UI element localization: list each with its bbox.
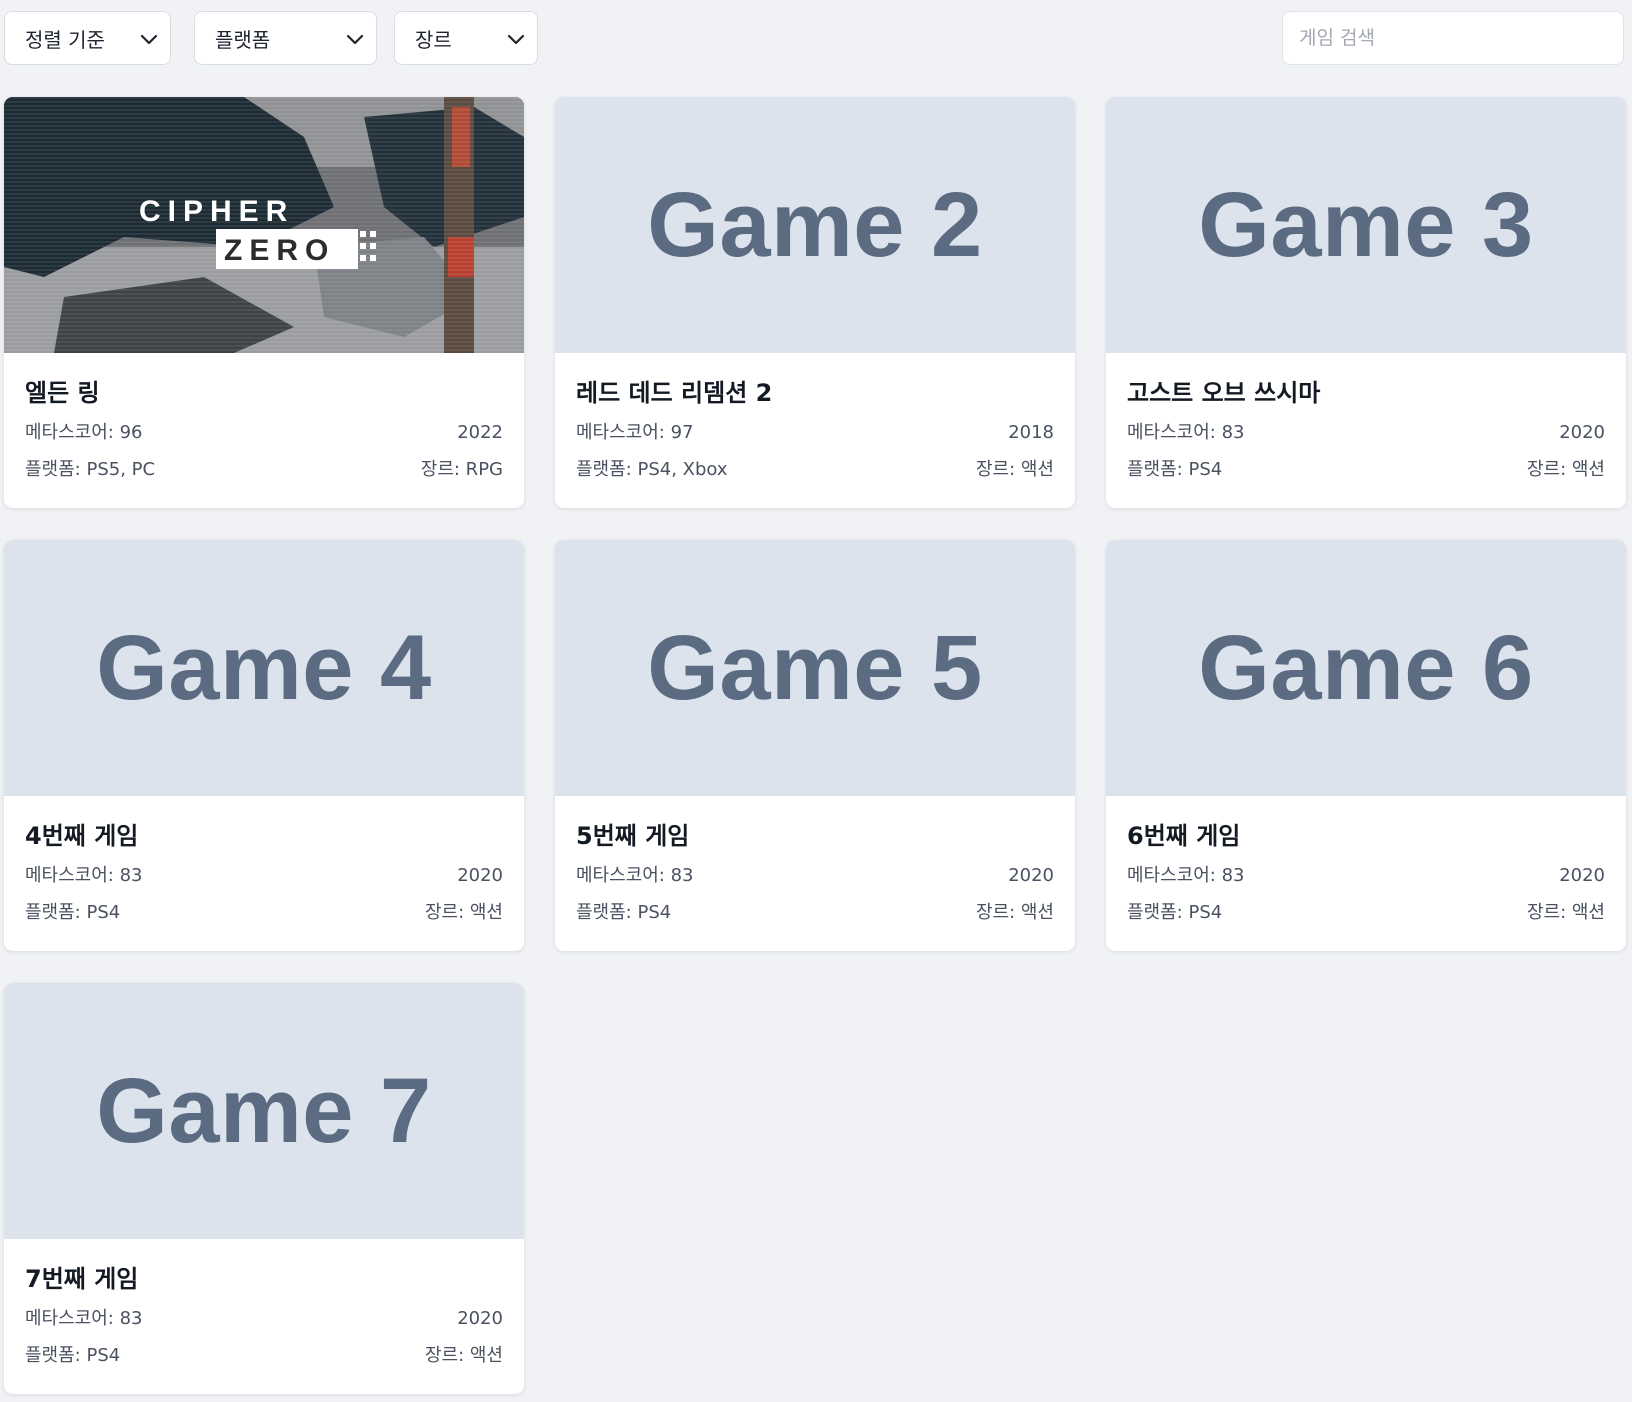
metascore: 메타스코어: 97 (576, 422, 694, 443)
release-year: 2022 (457, 422, 503, 443)
genre-select-label: 장르 (415, 27, 452, 52)
chevron-down-icon (346, 34, 364, 45)
chevron-down-icon (507, 34, 525, 45)
platform-select-label: 플랫폼 (215, 27, 271, 52)
game-thumbnail: CIPHER ZERO (4, 97, 524, 353)
game-title: 레드 데드 리뎀션 2 (576, 379, 773, 407)
thumbnail-placeholder-text: Game 6 (1198, 616, 1534, 719)
genre: 장르: 액션 (975, 459, 1054, 480)
game-title: 7번째 게임 (25, 1265, 139, 1293)
thumbnail-placeholder-text: Game 5 (647, 616, 983, 719)
release-year: 2020 (457, 865, 503, 886)
thumbnail-placeholder-text: Game 2 (647, 173, 983, 276)
game-card[interactable]: Game 2 레드 데드 리뎀션 2 메타스코어: 97 2018 플랫폼: P… (555, 97, 1075, 508)
metascore: 메타스코어: 96 (25, 422, 143, 443)
genre-select[interactable]: 장르 (394, 11, 538, 65)
game-card[interactable]: Game 5 5번째 게임 메타스코어: 83 2020 플랫폼: PS4 장르… (555, 540, 1075, 951)
game-thumbnail: Game 6 (1106, 540, 1626, 796)
thumbnail-placeholder-text: Game 4 (96, 616, 432, 719)
search-input[interactable] (1282, 11, 1624, 65)
genre: 장르: RPG (420, 459, 503, 480)
filter-toolbar: 정렬 기준 플랫폼 장르 (4, 11, 1624, 65)
game-card[interactable]: CIPHER ZERO 엘든 링 메타스코어: 96 2022 플랫폼: PS5… (4, 97, 524, 508)
platforms: 플랫폼: PS4 (1127, 902, 1223, 923)
platforms: 플랫폼: PS4 (25, 1345, 121, 1366)
game-card[interactable]: Game 3 고스트 오브 쓰시마 메타스코어: 83 2020 플랫폼: PS… (1106, 97, 1626, 508)
genre: 장르: 액션 (1526, 459, 1605, 480)
game-card[interactable]: Game 7 7번째 게임 메타스코어: 83 2020 플랫폼: PS4 장르… (4, 983, 524, 1394)
game-title: 6번째 게임 (1127, 822, 1241, 850)
metascore: 메타스코어: 83 (25, 865, 143, 886)
platforms: 플랫폼: PS4 (1127, 459, 1223, 480)
release-year: 2020 (1008, 865, 1054, 886)
game-card[interactable]: Game 4 4번째 게임 메타스코어: 83 2020 플랫폼: PS4 장르… (4, 540, 524, 951)
game-thumbnail: Game 5 (555, 540, 1075, 796)
platforms: 플랫폼: PS5, PC (25, 459, 156, 480)
cover-art-text: CIPHER (139, 195, 294, 228)
chevron-down-icon (140, 34, 158, 45)
genre: 장르: 액션 (975, 902, 1054, 923)
game-title: 엘든 링 (25, 379, 100, 407)
release-year: 2020 (1559, 865, 1605, 886)
genre: 장르: 액션 (424, 1345, 503, 1366)
game-thumbnail: Game 4 (4, 540, 524, 796)
thumbnail-placeholder-text: Game 3 (1198, 173, 1534, 276)
platforms: 플랫폼: PS4 (576, 902, 672, 923)
genre: 장르: 액션 (1526, 902, 1605, 923)
thumbnail-placeholder-text: Game 7 (96, 1059, 432, 1162)
sort-select-label: 정렬 기준 (25, 27, 105, 52)
platform-select[interactable]: 플랫폼 (194, 11, 377, 65)
platforms: 플랫폼: PS4 (25, 902, 121, 923)
cover-art-image: CIPHER ZERO (4, 97, 524, 353)
metascore: 메타스코어: 83 (1127, 865, 1245, 886)
sort-select[interactable]: 정렬 기준 (4, 11, 171, 65)
game-title: 4번째 게임 (25, 822, 139, 850)
game-thumbnail: Game 2 (555, 97, 1075, 353)
release-year: 2018 (1008, 422, 1054, 443)
metascore: 메타스코어: 83 (25, 1308, 143, 1329)
release-year: 2020 (457, 1308, 503, 1329)
game-title: 5번째 게임 (576, 822, 690, 850)
game-thumbnail: Game 7 (4, 983, 524, 1239)
metascore: 메타스코어: 83 (1127, 422, 1245, 443)
game-title: 고스트 오브 쓰시마 (1127, 379, 1321, 407)
platforms: 플랫폼: PS4, Xbox (576, 459, 728, 480)
game-thumbnail: Game 3 (1106, 97, 1626, 353)
game-card[interactable]: Game 6 6번째 게임 메타스코어: 83 2020 플랫폼: PS4 장르… (1106, 540, 1626, 951)
cover-art-text: ZERO (224, 234, 335, 267)
release-year: 2020 (1559, 422, 1605, 443)
genre: 장르: 액션 (424, 902, 503, 923)
metascore: 메타스코어: 83 (576, 865, 694, 886)
